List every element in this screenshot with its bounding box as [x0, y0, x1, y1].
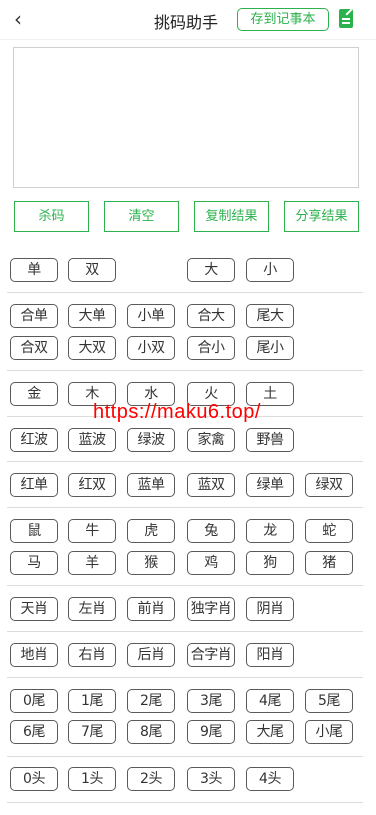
filter-chip[interactable]: 猴 — [127, 551, 175, 575]
group-divider — [7, 507, 363, 508]
filter-chip[interactable]: 1尾 — [68, 689, 116, 713]
filter-chip[interactable]: 蛇 — [305, 519, 353, 543]
group-divider — [7, 756, 363, 757]
filter-chip[interactable]: 蓝波 — [68, 428, 116, 452]
filter-chip[interactable]: 后肖 — [127, 643, 175, 667]
filter-chip[interactable]: 蓝双 — [187, 473, 235, 497]
filter-chip[interactable]: 0头 — [10, 767, 58, 791]
filter-chip[interactable]: 2尾 — [127, 689, 175, 713]
filter-chip[interactable]: 合小 — [187, 336, 235, 360]
filter-chip[interactable]: 双 — [68, 258, 116, 282]
group-divider — [7, 370, 363, 371]
filter-chip[interactable]: 7尾 — [68, 720, 116, 744]
filter-chip[interactable]: 红单 — [10, 473, 58, 497]
filter-chip[interactable]: 鸡 — [187, 551, 235, 575]
filter-chip[interactable]: 小单 — [127, 304, 175, 328]
filter-chip[interactable]: 虎 — [127, 519, 175, 543]
filter-chip[interactable]: 单 — [10, 258, 58, 282]
numbers-input[interactable] — [13, 47, 359, 188]
group-divider — [7, 292, 363, 293]
filter-chip[interactable]: 红波 — [10, 428, 58, 452]
filter-chip[interactable]: 龙 — [246, 519, 294, 543]
group-divider — [7, 631, 363, 632]
watermark-text: https://maku6.top/ — [93, 401, 261, 423]
filter-chip[interactable]: 3头 — [187, 767, 235, 791]
group-divider — [7, 677, 363, 678]
group-divider — [7, 585, 363, 586]
group-divider — [7, 802, 363, 803]
filter-chip[interactable]: 合双 — [10, 336, 58, 360]
filter-chip[interactable]: 尾大 — [246, 304, 294, 328]
filter-chip[interactable]: 鼠 — [10, 519, 58, 543]
page-title: 挑码助手 — [154, 13, 219, 32]
clear-button[interactable]: 清空 — [104, 201, 179, 232]
filter-chip[interactable]: 羊 — [68, 551, 116, 575]
filter-chip[interactable]: 猪 — [305, 551, 353, 575]
filter-chip[interactable]: 红双 — [68, 473, 116, 497]
filter-chip[interactable]: 3尾 — [187, 689, 235, 713]
filter-chip[interactable]: 独字肖 — [187, 597, 235, 621]
filter-chip[interactable]: 9尾 — [187, 720, 235, 744]
share-button[interactable]: 分享结果 — [284, 201, 359, 232]
filter-chip[interactable]: 右肖 — [68, 643, 116, 667]
notepad-icon[interactable] — [339, 9, 353, 28]
filter-chip[interactable]: 合字肖 — [187, 643, 235, 667]
filter-chip[interactable]: 合大 — [187, 304, 235, 328]
filter-chip[interactable]: 大 — [187, 258, 235, 282]
filter-chip[interactable]: 1头 — [68, 767, 116, 791]
filter-chip[interactable]: 天肖 — [10, 597, 58, 621]
filter-chip[interactable]: 8尾 — [127, 720, 175, 744]
filter-chip[interactable]: 0尾 — [10, 689, 58, 713]
filter-chip[interactable]: 2头 — [127, 767, 175, 791]
filter-chip[interactable]: 狗 — [246, 551, 294, 575]
filter-chip[interactable]: 大单 — [68, 304, 116, 328]
filter-chip[interactable]: 尾小 — [246, 336, 294, 360]
filter-chip[interactable]: 阳肖 — [246, 643, 294, 667]
copy-button[interactable]: 复制结果 — [194, 201, 269, 232]
filter-chip[interactable]: 家禽 — [187, 428, 235, 452]
filter-chip[interactable]: 4尾 — [246, 689, 294, 713]
filter-chip[interactable]: 绿单 — [246, 473, 294, 497]
filter-chip[interactable]: 野兽 — [246, 428, 294, 452]
filter-chip[interactable]: 马 — [10, 551, 58, 575]
top-bar: ‹ 挑码助手 存到记事本 — [0, 0, 376, 40]
filter-chip[interactable]: 6尾 — [10, 720, 58, 744]
filter-chip[interactable]: 小双 — [127, 336, 175, 360]
kill-button[interactable]: 杀码 — [14, 201, 89, 232]
filter-chip[interactable]: 阴肖 — [246, 597, 294, 621]
filter-chip[interactable]: 小 — [246, 258, 294, 282]
filter-chip[interactable]: 兔 — [187, 519, 235, 543]
filter-chip[interactable]: 地肖 — [10, 643, 58, 667]
group-divider — [7, 461, 363, 462]
filter-chip[interactable]: 大尾 — [246, 720, 294, 744]
filter-chip[interactable]: 蓝单 — [127, 473, 175, 497]
filter-chip[interactable]: 左肖 — [68, 597, 116, 621]
filter-chip[interactable]: 牛 — [68, 519, 116, 543]
filter-chip[interactable]: 前肖 — [127, 597, 175, 621]
filter-chip[interactable]: 绿双 — [305, 473, 353, 497]
filter-chip[interactable]: 合单 — [10, 304, 58, 328]
filter-chip[interactable]: 绿波 — [127, 428, 175, 452]
filter-chip[interactable]: 5尾 — [305, 689, 353, 713]
save-to-notepad-button[interactable]: 存到记事本 — [237, 8, 329, 31]
filter-chip[interactable]: 金 — [10, 382, 58, 406]
filter-chip[interactable]: 小尾 — [305, 720, 353, 744]
chevron-left-icon[interactable]: ‹ — [14, 8, 22, 30]
filter-chip[interactable]: 4头 — [246, 767, 294, 791]
filter-chip[interactable]: 大双 — [68, 336, 116, 360]
